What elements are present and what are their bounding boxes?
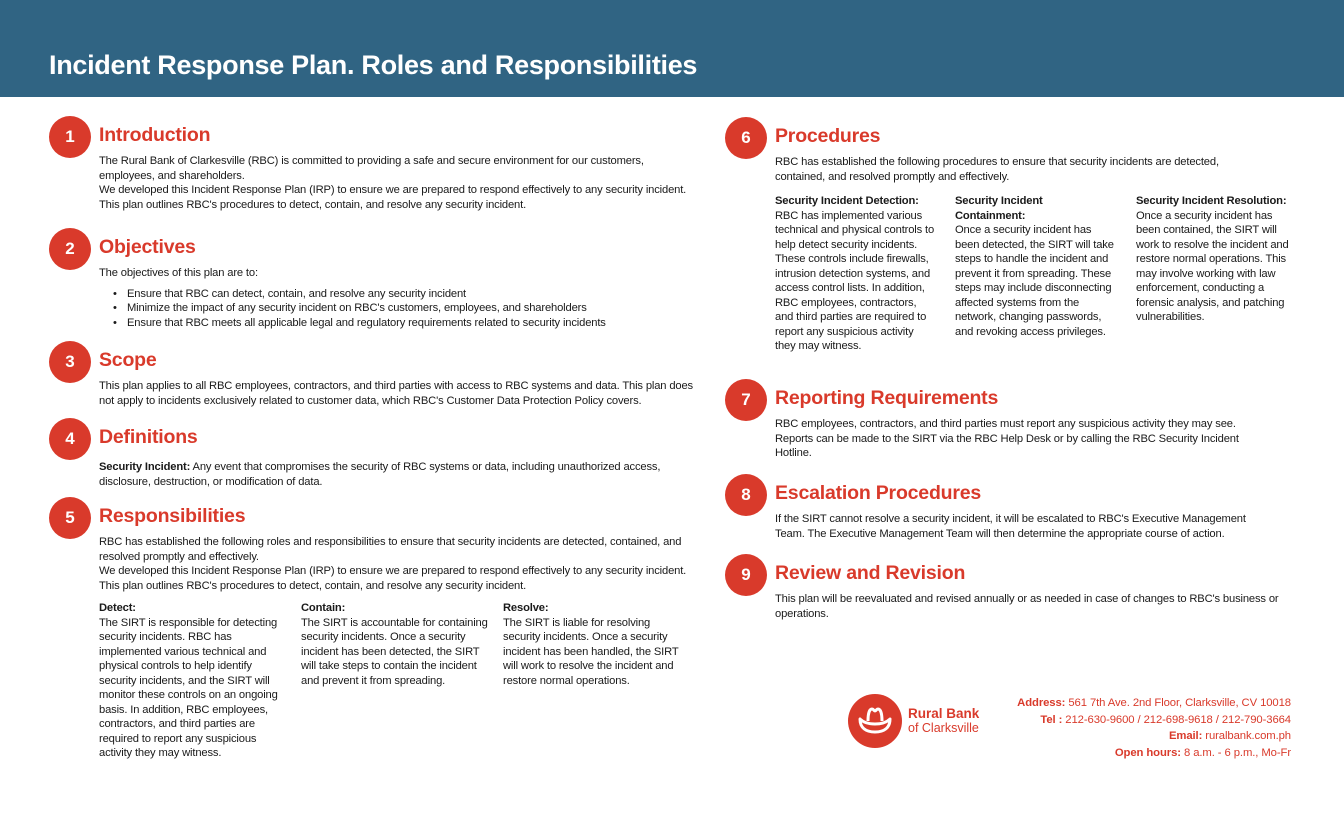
section-body: Security Incident: Any event that compro… [99, 460, 699, 489]
section-title: Reporting Requirements [775, 387, 999, 409]
objectives-list: Ensure that RBC can detect, contain, and… [99, 287, 699, 331]
section-title: Introduction [99, 124, 211, 146]
page-header: Incident Response Plan. Roles and Respon… [0, 0, 1344, 97]
section-number-badge: 4 [49, 418, 91, 460]
section-number-badge: 2 [49, 228, 91, 270]
section-title: Escalation Procedures [775, 482, 982, 504]
definition-term: Security Incident: [99, 461, 191, 473]
column-containment: Security Incident Containment: Once a se… [955, 194, 1136, 354]
brand-subtitle: of Clarksville [908, 721, 979, 735]
list-item: Ensure that RBC can detect, contain, and… [99, 287, 699, 302]
bank-logo [848, 694, 902, 748]
list-item: Ensure that RBC meets all applicable leg… [99, 316, 699, 331]
column-title: Security Incident Resolution: [1136, 195, 1287, 207]
responsibilities-columns: Detect: The SIRT is responsible for dete… [99, 601, 693, 761]
section-body: This plan will be reevaluated and revise… [775, 592, 1290, 621]
section-number-badge: 3 [49, 341, 91, 383]
paragraph: This plan applies to all RBC employees, … [99, 380, 693, 407]
section-body: The Rural Bank of Clarkesville (RBC) is … [99, 154, 699, 212]
column-text: The SIRT is responsible for detecting se… [99, 616, 278, 760]
section-number-badge: 6 [725, 117, 767, 159]
column-title: Resolve: [503, 602, 549, 614]
brand-name-block: Rural Bank of Clarksville [908, 706, 979, 736]
column-resolve: Resolve: The SIRT is liable for resolvin… [503, 601, 693, 761]
section-title: Definitions [99, 426, 198, 448]
paragraph: The Rural Bank of Clarkesville (RBC) is … [99, 155, 644, 182]
column-title: Detect: [99, 602, 136, 614]
address-label: Address: [1017, 697, 1066, 709]
list-item: Minimize the impact of any security inci… [99, 301, 699, 316]
tel-label: Tel : [1040, 713, 1063, 726]
column-text: Once a security incident has been contai… [1136, 209, 1289, 324]
section-number-badge: 7 [725, 379, 767, 421]
section-body: This plan applies to all RBC employees, … [99, 379, 699, 408]
paragraph: If the SIRT cannot resolve a security in… [775, 513, 1246, 540]
section-body: If the SIRT cannot resolve a security in… [775, 512, 1275, 541]
column-text: The SIRT is accountable for containing s… [301, 616, 488, 687]
email-value[interactable]: ruralbank.com.ph [1202, 730, 1291, 742]
brand-name: Rural Bank [908, 706, 980, 721]
column-detection: Security Incident Detection: RBC has imp… [775, 194, 955, 354]
column-title: Security Incident Detection: [775, 195, 919, 207]
paragraph: RBC has established the following roles … [99, 536, 682, 563]
section-title: Review and Revision [775, 562, 966, 584]
hours-value: 8 a.m. - 6 p.m., Mo-Fr [1180, 746, 1291, 759]
address-value: 561 7th Ave. 2nd Floor, Clarksville, CV … [1065, 697, 1291, 709]
page-title: Incident Response Plan. Roles and Respon… [49, 50, 698, 80]
section-body: The objectives of this plan are to: Ensu… [99, 266, 699, 330]
column-title: Contain: [301, 602, 346, 614]
procedures-columns: Security Incident Detection: RBC has imp… [775, 194, 1296, 354]
section-title: Scope [99, 349, 157, 371]
section-number-badge: 5 [49, 497, 91, 539]
paragraph: The objectives of this plan are to: [99, 267, 258, 279]
section-number-badge: 8 [725, 474, 767, 516]
section-title: Procedures [775, 125, 881, 147]
section-title: Responsibilities [99, 505, 246, 527]
column-contain: Contain: The SIRT is accountable for con… [301, 601, 503, 761]
definition: Security Incident: Any event that compro… [99, 460, 699, 489]
paragraph: We developed this Incident Response Plan… [99, 565, 687, 592]
column-title: Security Incident Containment: [955, 195, 1043, 222]
column-text: Once a security incident has been detect… [955, 224, 1114, 338]
email-label: Email: [1168, 730, 1203, 742]
hours-line: Open hours: 8 a.m. - 6 p.m., Mo-Fr [1017, 745, 1291, 762]
cowboy-hat-icon [858, 707, 892, 734]
paragraph: We developed this Incident Response Plan… [99, 184, 687, 211]
contact-info: Address: 561 7th Ave. 2nd Floor, Clarksv… [1017, 695, 1291, 761]
column-detect: Detect: The SIRT is responsible for dete… [99, 601, 301, 761]
section-title: Objectives [99, 236, 196, 258]
tel-value: 212-630-9600 / 212-698-9618 / 212-790-36… [1062, 713, 1291, 726]
paragraph: This plan will be reevaluated and revise… [775, 593, 1279, 620]
email-line: Email: ruralbank.com.ph [1017, 728, 1291, 745]
column-text: RBC has implemented various technical an… [775, 209, 935, 353]
section-body: RBC has established the following roles … [99, 535, 699, 593]
hours-label: Open hours: [1114, 746, 1181, 759]
column-text: The SIRT is liable for resolving securit… [503, 616, 679, 687]
column-resolution: Security Incident Resolution: Once a sec… [1136, 194, 1296, 354]
section-body: RBC has established the following proced… [775, 155, 1255, 184]
paragraph: RBC employees, contractors, and third pa… [775, 418, 1239, 459]
paragraph: RBC has established the following proced… [775, 156, 1219, 183]
section-number-badge: 9 [725, 554, 767, 596]
section-number-badge: 1 [49, 116, 91, 158]
section-body: RBC employees, contractors, and third pa… [775, 417, 1265, 461]
tel-line: Tel : 212-630-9600 / 212-698-9618 / 212-… [1017, 712, 1291, 729]
address-line: Address: 561 7th Ave. 2nd Floor, Clarksv… [1017, 695, 1291, 712]
